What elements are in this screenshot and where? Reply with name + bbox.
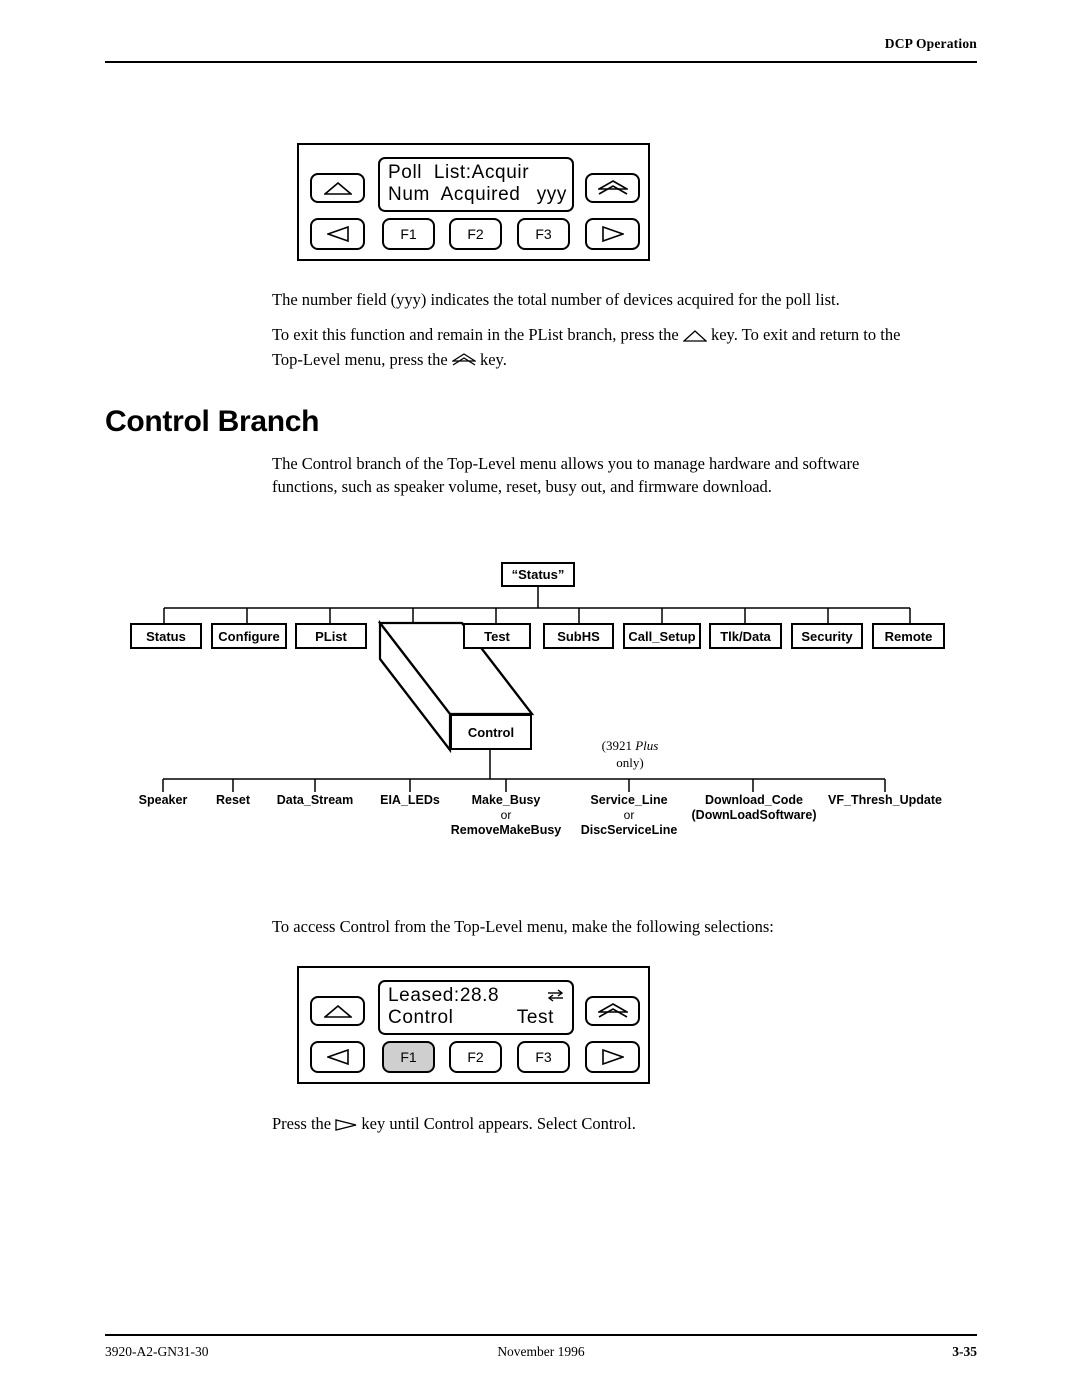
tree-leaf-label: Data_Stream [276,793,354,807]
lcd-line-1: Leased:28.8 [388,985,500,1006]
tree-leaf-label: Speaker [138,793,188,807]
tree-leaf-label: Make_Busy [471,793,541,807]
running-foot-rule [105,1334,977,1336]
up-arrow-key[interactable] [310,173,365,203]
lcd-line-2-left: Control [388,1007,454,1028]
right-triangle-icon [601,1049,624,1065]
dcp-panel-poll-list: Poll List:Acquir Num Acquired yyy F1 F2 … [297,143,650,261]
paragraph-exit-function: To exit this function and remain in the … [272,323,972,373]
tree-leaf-label: VF_Thresh_Update [828,793,942,807]
f3-key[interactable]: F3 [517,218,570,250]
lcd-line-2-right: Test [516,1007,554,1028]
right-arrow-key[interactable] [585,1041,640,1073]
tree-leaf-alt-label: RemoveMakeBusy [450,823,562,837]
f2-key[interactable]: F2 [449,1041,502,1073]
tree-leaf-label: Service_Line [590,793,668,807]
page-title: Control Branch [105,405,320,438]
left-arrow-key[interactable] [310,1041,365,1073]
home-double-triangle-icon [450,350,478,373]
f3-key[interactable]: F3 [517,1041,570,1073]
tree-leaf-service-line[interactable]: Service_Line or DiscServiceLine [559,793,699,838]
lcd-line-1: Poll List:Acquir [388,162,530,183]
f1-key[interactable]: F1 [382,1041,435,1073]
tree-node-remote[interactable]: Remote [872,623,945,649]
lcd-display: Poll List:Acquir Num Acquired yyy [378,157,574,212]
p2-text-b: key. To exit and return to the [710,325,901,344]
tree-node-test[interactable]: Test [463,623,531,649]
right-triangle-icon [335,1114,357,1137]
tree-node-configure[interactable]: Configure [211,623,287,649]
left-arrow-key[interactable] [310,218,365,250]
right-triangle-icon [601,226,624,242]
note-line-1-pre: (3921 [601,738,636,753]
up-arrow-key[interactable] [310,996,365,1026]
tree-node-root[interactable]: “Status” [501,562,575,587]
f1-key[interactable]: F1 [382,218,435,250]
running-head-rule [105,61,977,63]
left-triangle-icon [326,1049,349,1065]
page-number: 3-35 [952,1344,977,1359]
p5-text-b: key until Control appears. Select Contro… [361,1114,636,1133]
tree-leaf-alt-label: (DownLoadSoftware) [691,808,817,822]
right-arrow-key[interactable] [585,218,640,250]
home-double-triangle-icon [597,1003,628,1019]
tree-leaf-label: Download_Code [705,793,803,807]
up-triangle-icon [682,325,708,348]
tree-node-tlk-data[interactable]: Tlk/Data [709,623,782,649]
tree-leaf-alt-label: DiscServiceLine [580,823,678,837]
tree-node-call-setup[interactable]: Call_Setup [623,623,701,649]
paragraph-number-field: The number field (yyy) indicates the tot… [272,290,840,309]
home-key[interactable] [585,996,640,1026]
paragraph-control-branch-intro: The Control branch of the Top-Level menu… [272,454,860,496]
tree-leaf-or: or [500,808,512,822]
note-line-1-em: Plus [635,738,659,753]
tree-node-subhs[interactable]: SubHS [543,623,614,649]
p2-text-a: To exit this function and remain in the … [272,325,679,344]
tree-node-control[interactable]: Control [450,714,532,750]
p5-text-a: Press the [272,1114,332,1133]
dcp-panel-control-select: Leased:28.8 Control Test F1 F2 F3 [297,966,650,1084]
left-triangle-icon [326,226,349,242]
home-double-triangle-icon [597,180,628,196]
lcd-line-2-left: Num Acquired [388,184,521,205]
paragraph-press-key: Press the key until Control appears. Sel… [272,1112,972,1137]
tree-leaf-download-code[interactable]: Download_Code (DownLoadSoftware) [683,793,825,823]
lcd-line-2-right: yyy [536,184,567,205]
swap-arrows-icon [547,989,564,1007]
paragraph-access-control: To access Control from the Top-Level men… [272,917,774,936]
running-head-title: DCP Operation [884,36,977,51]
home-key[interactable] [585,173,640,203]
tree-leaf-vf-thresh-update[interactable]: VF_Thresh_Update [815,793,955,808]
note-line-2: only) [616,755,644,770]
p2-text-d: key. [479,350,507,369]
f2-key[interactable]: F2 [449,218,502,250]
up-triangle-icon [323,181,352,195]
tree-note-3921plus: (3921 Plus only) [575,737,685,771]
tree-leaf-make-busy[interactable]: Make_Busy or RemoveMakeBusy [436,793,576,838]
tree-leaf-label: Reset [215,793,251,807]
tree-leaf-label: EIA_LEDs [380,793,440,807]
tree-leaf-or: or [623,808,635,822]
tree-node-status[interactable]: Status [130,623,202,649]
tree-node-plist[interactable]: PList [295,623,367,649]
publication-date: November 1996 [497,1344,585,1359]
p2-text-c: Top-Level menu, press the [272,350,448,369]
up-triangle-icon [323,1004,352,1018]
lcd-display: Leased:28.8 Control Test [378,980,574,1035]
tree-node-security[interactable]: Security [791,623,863,649]
